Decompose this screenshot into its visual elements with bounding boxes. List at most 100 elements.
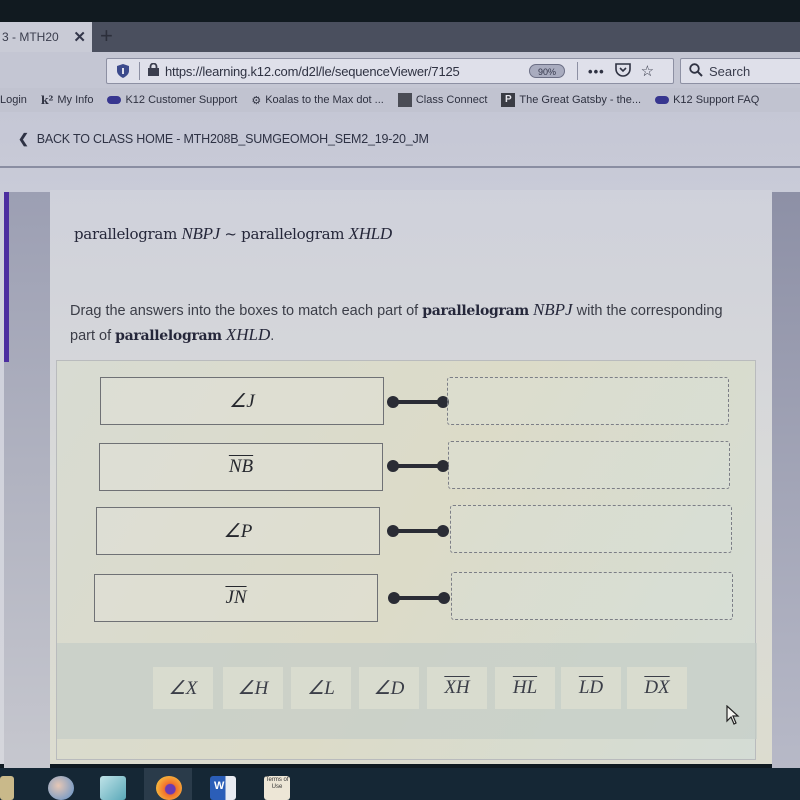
heading-word: parallelogram — [241, 225, 345, 243]
more-actions-icon[interactable]: ••• — [588, 64, 605, 79]
bookmark-k12-customer-support[interactable]: K12 Customer Support — [107, 94, 237, 106]
question-heading: parallelogram NBPJ ~ parallelogram XHLD — [74, 224, 392, 244]
search-box[interactable]: Search — [680, 58, 800, 84]
left-panel — [4, 192, 50, 782]
tab-strip: 3 - MTH20 ✕ + — [0, 22, 800, 52]
prompt-label: NB — [228, 456, 254, 477]
shield-icon[interactable] — [117, 64, 131, 78]
answer-angle-x[interactable]: ∠X — [153, 667, 213, 709]
similar-symbol: ~ — [224, 225, 237, 243]
drop-zone-1[interactable] — [447, 377, 729, 425]
drop-zone-4[interactable] — [451, 572, 733, 620]
connector-icon — [387, 524, 449, 538]
prompt-angle-p: ∠P — [96, 507, 380, 555]
prompt-segment-jn: JN — [94, 574, 378, 622]
lock-icon[interactable] — [148, 62, 159, 79]
navigation-bar: https://learning.k12.com/d2l/le/sequence… — [0, 52, 800, 88]
mouse-cursor-icon — [726, 705, 740, 725]
answer-segment-xh[interactable]: XH — [427, 667, 487, 709]
answer-label: LD — [578, 677, 604, 698]
answer-label: ∠L — [307, 677, 335, 699]
connector-icon — [388, 591, 450, 605]
drop-zone-2[interactable] — [448, 441, 730, 489]
bookmark-class-connect[interactable]: Class Connect — [397, 93, 488, 107]
store-icon[interactable] — [100, 776, 126, 800]
instruction-text: Drag the answers into the boxes to match… — [70, 303, 419, 319]
drop-zone-3[interactable] — [450, 505, 732, 553]
divider — [139, 62, 140, 80]
firefox-icon[interactable] — [156, 776, 182, 800]
answer-label: DX — [644, 677, 670, 698]
answer-angle-l[interactable]: ∠L — [291, 667, 351, 709]
bookmark-koalas[interactable]: ⚙ Koalas to the Max dot ... — [251, 94, 384, 107]
heading-name-2: XHLD — [348, 224, 393, 243]
zoom-level-badge[interactable]: 90% — [529, 64, 566, 78]
connector-icon — [387, 395, 449, 409]
p-icon: P — [501, 93, 516, 107]
class-connect-icon — [397, 93, 412, 107]
plus-icon[interactable]: + — [100, 25, 113, 47]
instruction-bold: parallelogram — [115, 328, 222, 344]
url-text[interactable]: https://learning.k12.com/d2l/le/sequence… — [165, 64, 505, 79]
browser-tab[interactable]: 3 - MTH20 ✕ — [0, 22, 92, 52]
bookmark-star-icon[interactable]: ☆ — [641, 62, 654, 80]
terms-of-use-label: Terms of Use — [265, 777, 289, 790]
bookmark-k12-support-faq[interactable]: K12 Support FAQ — [655, 94, 759, 106]
word-icon[interactable]: W — [210, 776, 236, 800]
answer-label: ∠H — [237, 677, 269, 699]
prompt-label: JN — [225, 587, 247, 608]
back-link-text: BACK TO CLASS HOME - MTH208B_SUMGEOMOH_S… — [36, 132, 429, 146]
page-content: ❮ BACK TO CLASS HOME - MTH208B_SUMGEOMOH… — [0, 112, 800, 782]
bookmarks-bar: Login k² My Info K12 Customer Support ⚙ … — [0, 88, 800, 112]
prompt-label: ∠P — [223, 520, 253, 542]
answer-angle-h[interactable]: ∠H — [223, 667, 283, 709]
matching-area: ∠J NB ∠P JN ∠X ∠H ∠L ∠D XH HL LD DX — [56, 360, 757, 760]
media-icon[interactable] — [48, 776, 74, 800]
prompt-angle-j: ∠J — [100, 377, 384, 425]
answer-segment-hl[interactable]: HL — [495, 667, 555, 709]
answer-bank: ∠X ∠H ∠L ∠D XH HL LD DX — [57, 643, 757, 739]
screen-bezel — [0, 0, 800, 24]
right-panel — [772, 192, 800, 782]
address-bar[interactable]: https://learning.k12.com/d2l/le/sequence… — [106, 58, 674, 84]
instruction-name: XHLD — [225, 325, 271, 344]
answer-segment-dx[interactable]: DX — [627, 667, 687, 709]
tab-title: 3 - MTH20 — [2, 30, 59, 44]
bookmark-label: K12 Support FAQ — [673, 94, 760, 106]
bookmark-label: The Great Gatsby - the... — [519, 94, 642, 106]
connector-icon — [387, 459, 449, 473]
search-icon — [689, 62, 703, 80]
instruction-period: . — [270, 328, 275, 344]
gear-icon: ⚙ — [251, 94, 262, 107]
bookmark-great-gatsby[interactable]: P The Great Gatsby - the... — [501, 93, 641, 107]
cloud-icon — [655, 96, 670, 104]
back-to-class-link[interactable]: ❮ BACK TO CLASS HOME - MTH208B_SUMGEOMOH… — [0, 112, 800, 168]
bookmark-label: K12 Customer Support — [125, 94, 238, 106]
bookmark-label: My Info — [57, 94, 94, 106]
answer-segment-ld[interactable]: LD — [561, 667, 621, 709]
heading-name-1: NBPJ — [181, 224, 220, 243]
heading-word: parallelogram — [74, 225, 177, 243]
answer-angle-d[interactable]: ∠D — [359, 667, 419, 709]
answer-label: XH — [444, 677, 470, 698]
bookmark-label: Koalas to the Max dot ... — [265, 94, 384, 106]
answer-label: ∠D — [373, 677, 405, 699]
search-placeholder: Search — [709, 63, 751, 79]
instruction-name: NBPJ — [532, 300, 573, 319]
bookmark-my-info[interactable]: k² My Info — [41, 94, 94, 107]
prompt-label: ∠J — [229, 390, 255, 412]
pocket-icon[interactable] — [614, 62, 631, 80]
prompt-segment-nb: NB — [99, 443, 383, 491]
instructions: Drag the answers into the boxes to match… — [70, 298, 730, 348]
accent-bar — [4, 192, 9, 362]
close-icon[interactable]: ✕ — [73, 28, 86, 46]
instruction-bold: parallelogram — [422, 303, 529, 319]
bookmark-label: Login — [0, 94, 27, 106]
bookmark-label: Class Connect — [415, 94, 488, 106]
k12-logo-icon: k² — [40, 93, 54, 107]
taskbar: W Terms of Use — [0, 768, 800, 800]
answer-label: HL — [512, 677, 538, 698]
bookmark-login[interactable]: Login — [0, 94, 27, 106]
terms-of-use-icon[interactable]: Terms of Use — [264, 776, 290, 800]
file-explorer-icon[interactable] — [0, 776, 14, 800]
